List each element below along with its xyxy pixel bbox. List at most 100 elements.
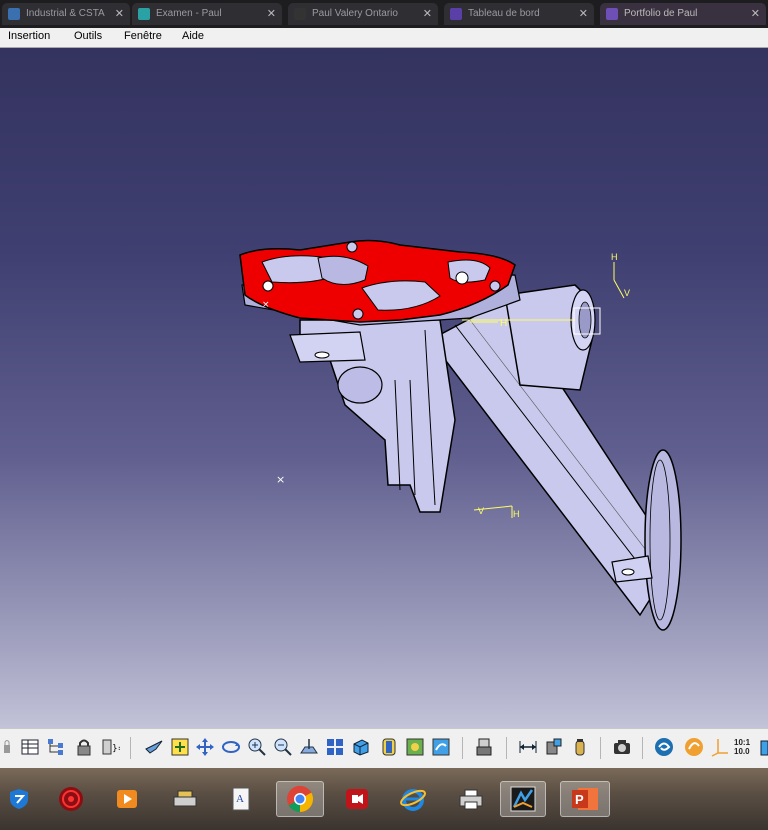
sketch-h-label: H (513, 509, 520, 519)
taskbar-item[interactable] (166, 781, 204, 817)
constraint-icon[interactable]: }= (100, 737, 120, 757)
left-tab (289, 331, 366, 363)
taskbar-item[interactable] (0, 781, 38, 817)
toolbar-separator (130, 737, 131, 759)
tab-favicon-icon (138, 8, 150, 20)
taskbar-item[interactable] (394, 781, 432, 817)
zoom-in-icon[interactable] (247, 737, 267, 757)
screen-recorder-icon (346, 789, 368, 809)
sketch-tracer-icon[interactable] (684, 737, 704, 757)
close-icon[interactable]: ✕ (267, 3, 276, 25)
padlock-icon[interactable] (74, 737, 94, 757)
compass-h-label: H (611, 252, 618, 262)
tab-label: Tableau de bord (468, 8, 540, 19)
tab-favicon-icon (294, 8, 306, 20)
measure-inertia-icon[interactable] (570, 737, 590, 757)
close-icon[interactable]: ✕ (423, 3, 432, 25)
toolbar-separator (506, 737, 507, 759)
taskbar-item[interactable] (52, 781, 90, 817)
table-icon[interactable] (20, 737, 40, 757)
svg-text:P: P (575, 792, 584, 807)
close-icon[interactable]: ✕ (115, 3, 124, 25)
capture-icon[interactable] (612, 737, 632, 757)
bottom-toolbar: }= 10:1 10.0 (0, 728, 768, 769)
pan-icon[interactable] (195, 737, 215, 757)
hide-show-icon[interactable] (405, 737, 425, 757)
scale-icon[interactable]: 10:1 10.0 (734, 737, 758, 757)
rotate-icon[interactable] (221, 737, 241, 757)
toolbar-separator (600, 737, 601, 759)
tab-favicon-icon (8, 8, 20, 20)
part-model[interactable]: H × × H V V H (0, 48, 768, 728)
catia-v5-icon[interactable] (654, 737, 674, 757)
multi-view-icon[interactable] (325, 737, 345, 757)
antivirus-icon (59, 787, 83, 811)
compass[interactable]: H V (611, 252, 630, 299)
pocket-4 (447, 259, 491, 283)
normal-view-icon[interactable] (299, 737, 319, 757)
sketch-annotation: V H (473, 505, 520, 519)
measure-between-icon[interactable] (518, 737, 538, 757)
svg-text:A: A (236, 793, 244, 805)
shading-icon[interactable] (379, 737, 399, 757)
3d-viewport[interactable]: H × × H V V H (0, 48, 768, 728)
scale-label-bottom: 10.0 (734, 747, 750, 756)
browser-tab[interactable]: Tableau de bord ✕ (444, 3, 594, 25)
close-icon[interactable]: ✕ (751, 3, 760, 25)
toolbar-separator (642, 737, 643, 759)
document-icon: A (232, 787, 250, 811)
toolbar-separator (462, 737, 463, 759)
windows-defender-icon (10, 789, 28, 809)
menu-insertion[interactable]: Insertion (8, 30, 50, 42)
browser-tab-active[interactable]: Portfolio de Paul ✕ (600, 3, 766, 25)
measure-item-icon[interactable] (544, 737, 564, 757)
menu-fenetre[interactable]: Fenêtre (124, 30, 162, 42)
tab-label: Paul Valery Ontario (312, 8, 398, 19)
compass-v-label: V (624, 288, 630, 298)
tab-label: Examen - Paul (156, 8, 222, 19)
axis-system-icon[interactable] (710, 737, 730, 757)
browser-tab[interactable]: Paul Valery Ontario ✕ (288, 3, 438, 25)
taskbar-item-active[interactable] (276, 781, 324, 817)
tab-favicon-icon (450, 8, 462, 20)
fly-icon[interactable] (144, 737, 164, 757)
grid-icon[interactable] (760, 737, 768, 757)
internet-explorer-icon (400, 789, 426, 811)
sketch-v-label: V (478, 506, 484, 516)
swap-space-icon[interactable] (431, 737, 451, 757)
taskbar-item[interactable] (338, 781, 376, 817)
svg-text:×: × (262, 300, 270, 310)
media-player-icon (117, 790, 137, 808)
taskbar-item-active[interactable] (500, 781, 546, 817)
tab-label: Industrial & CSTA (26, 8, 105, 19)
powerpoint-icon: P (572, 788, 598, 810)
tree-icon[interactable] (46, 737, 66, 757)
part-h-label: H (500, 318, 507, 329)
scale-label-top: 10:1 (734, 738, 751, 747)
scanner-icon (173, 790, 197, 807)
fit-all-icon[interactable] (170, 737, 190, 757)
apply-material-icon[interactable] (474, 737, 494, 757)
browser-tab[interactable]: Examen - Paul ✕ (132, 3, 282, 25)
taskbar-item[interactable] (452, 781, 490, 817)
browser-tab-strip: Industrial & CSTA ✕ Examen - Paul ✕ Paul… (0, 0, 768, 28)
lock-icon[interactable] (2, 737, 12, 757)
close-icon[interactable]: ✕ (579, 3, 588, 25)
isometric-view-icon[interactable] (351, 737, 371, 757)
chrome-icon (287, 785, 314, 813)
menu-bar: Insertion Outils Fenêtre Aide (0, 28, 768, 48)
windows-taskbar: A P (0, 768, 768, 830)
catia-icon (510, 786, 536, 812)
menu-aide[interactable]: Aide (182, 30, 204, 42)
menu-outils[interactable]: Outils (74, 30, 102, 42)
taskbar-item[interactable] (108, 781, 146, 817)
zoom-out-icon[interactable] (273, 737, 293, 757)
tab-favicon-icon (606, 8, 618, 20)
origin-marker: × (276, 473, 285, 486)
tab-label: Portfolio de Paul (624, 8, 698, 19)
taskbar-item[interactable]: A (222, 781, 260, 817)
svg-text:}=: }= (112, 744, 120, 754)
browser-tab[interactable]: Industrial & CSTA ✕ (2, 3, 130, 25)
taskbar-item-active[interactable]: P (560, 781, 610, 817)
printer-icon (459, 789, 483, 810)
